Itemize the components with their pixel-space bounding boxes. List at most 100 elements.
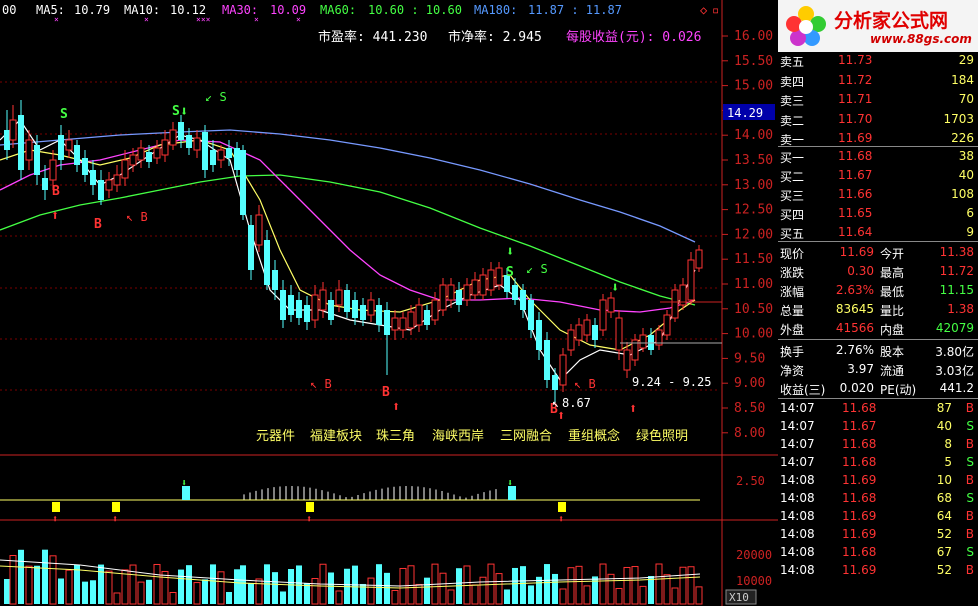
tick-row[interactable]: 14:08 11.68 68 S: [778, 490, 978, 508]
volume-bar-down: [42, 549, 48, 604]
tick-row[interactable]: 14:07 11.68 5 S: [778, 454, 978, 472]
price-axis-label: 15.50: [734, 54, 773, 69]
order-label: 买一: [780, 151, 805, 165]
quote-value: 0.30: [847, 264, 874, 278]
tick-row[interactable]: 14:07 11.68 8 B: [778, 436, 978, 454]
tick-volume: 40: [936, 419, 952, 433]
volume-bar-up: [495, 573, 503, 605]
quote-label: 涨幅: [780, 285, 805, 299]
indicator-up-arrow: ⬆: [306, 514, 312, 525]
candle-body-down: [528, 300, 534, 330]
volume-bar-down: [186, 565, 192, 604]
fund-value: 3.80亿: [935, 345, 974, 359]
tick-time: 14:08: [780, 491, 815, 505]
quote-row[interactable]: 涨跌 0.30 最高 11.72: [778, 263, 978, 281]
tick-side: B: [965, 527, 974, 541]
order-price: 11.66: [838, 187, 873, 201]
tick-row[interactable]: 14:08 11.69 52 B: [778, 562, 978, 580]
order-volume: 226: [951, 131, 974, 145]
volume-bar-up: [439, 572, 447, 605]
arrow-b-2: ↖ B: [310, 377, 332, 391]
tick-row[interactable]: 14:08 11.68 67 S: [778, 544, 978, 562]
quote-label: 外盘: [780, 323, 805, 337]
concept-tag[interactable]: 海峡西岸: [432, 429, 484, 444]
candle-body-up: [367, 299, 375, 316]
tick-row[interactable]: 14:08 11.69 10 B: [778, 472, 978, 490]
buy-order-row[interactable]: 买五 11.64 9: [778, 224, 978, 242]
fundamentals-row[interactable]: 净资 3.97 流通 3.03亿: [778, 361, 978, 379]
tick-side: B: [965, 563, 974, 577]
buy-order-row[interactable]: 买一 11.68 38: [778, 148, 978, 166]
tick-row[interactable]: 14:07 11.67 40 S: [778, 418, 978, 436]
buy-order-row[interactable]: 买四 11.65 6: [778, 205, 978, 223]
tick-price: 11.69: [842, 527, 877, 541]
concept-tag[interactable]: 元器件: [256, 429, 295, 444]
tick-volume: 8: [944, 437, 952, 451]
fundamentals-divider: [778, 339, 978, 340]
sell-order-row[interactable]: 卖四 11.72 184: [778, 72, 978, 90]
volume-bar-down: [328, 572, 334, 604]
volume-bar-up: [105, 570, 113, 605]
order-price: 11.73: [838, 53, 873, 67]
tick-side: B: [965, 437, 974, 451]
order-volume: 1703: [943, 111, 974, 126]
tick-price: 11.68: [842, 491, 877, 505]
volume-bar-up: [679, 566, 687, 605]
concept-tag[interactable]: 珠三角: [376, 429, 415, 444]
volume-bar-down: [226, 591, 232, 604]
fund-value: 3.03亿: [935, 364, 974, 378]
quote-row[interactable]: 总量 83645 量比 1.38: [778, 301, 978, 319]
candle-body-up: [671, 289, 679, 319]
order-price: 11.70: [838, 111, 873, 126]
order-volume: 29: [958, 53, 974, 67]
candle-body-down: [456, 290, 462, 305]
volume-bar-up: [161, 570, 169, 605]
volume-bar-down: [376, 564, 382, 604]
diamond-icon: ◇: [700, 3, 708, 17]
tick-row[interactable]: 14:08 11.69 52 B: [778, 526, 978, 544]
quote-row[interactable]: 现价 11.69 今开 11.38: [778, 244, 978, 262]
tick-row[interactable]: 14:08 11.69 64 B: [778, 508, 978, 526]
concept-tag[interactable]: 绿色照明: [636, 428, 688, 444]
volume-bar-down: [74, 564, 80, 604]
volume-bar-down: [234, 569, 240, 604]
tick-time: 14:08: [780, 473, 815, 487]
price-axis: 16.0015.5015.0014.5014.0013.5013.0012.50…: [722, 29, 773, 441]
candle-body-down: [202, 132, 208, 170]
volume-bar-up: [447, 589, 455, 605]
volume-bar-up: [471, 584, 479, 605]
ma5-label: MA5:: [36, 3, 65, 17]
price-axis-label: 13.00: [734, 178, 773, 193]
concept-tag[interactable]: 重组概念: [568, 428, 620, 444]
tick-row[interactable]: 14:07 11.68 87 B: [778, 400, 978, 418]
fundamentals-row[interactable]: 收益(三) 0.020 PE(动) 441.2: [778, 380, 978, 398]
concept-tag[interactable]: 三网融合: [500, 429, 552, 444]
sell-order-row[interactable]: 卖五 11.73 29: [778, 52, 978, 70]
tick-time: 14:08: [780, 527, 815, 541]
legend-dots-3: ×××: [196, 15, 211, 24]
tick-price: 11.69: [842, 473, 877, 487]
candle-body-down: [384, 310, 390, 335]
price-axis-label: 10.00: [734, 327, 773, 342]
volume-bar-up: [391, 589, 399, 605]
concept-tag[interactable]: 福建板块: [310, 429, 362, 444]
candle-body-up: [319, 289, 327, 311]
quote-row[interactable]: 涨幅 2.63% 最低 11.15: [778, 282, 978, 300]
candle-body-up: [105, 179, 113, 191]
legend-dot-4: ×: [254, 15, 259, 24]
buy-order-row[interactable]: 买二 11.67 40: [778, 167, 978, 185]
buy-order-row[interactable]: 买三 11.66 108: [778, 186, 978, 204]
red-arrow-4: ⬆: [629, 401, 637, 417]
sell-order-row[interactable]: 卖二 11.70 1703: [778, 111, 978, 129]
volume-bar-up: [639, 585, 647, 605]
tick-price: 11.68: [842, 455, 877, 469]
fundamentals-row[interactable]: 换手 2.76% 股本 3.80亿: [778, 342, 978, 360]
site-logo[interactable]: 分析家公式网 www.88gs.com: [778, 0, 978, 52]
quote-row[interactable]: 外盘 41566 内盘 42079: [778, 320, 978, 338]
flower-logo-icon: [786, 6, 826, 46]
fund-value: 441.2: [939, 381, 974, 395]
order-label: 卖二: [780, 113, 805, 128]
quote-value: 2.63%: [835, 283, 874, 297]
sell-order-row[interactable]: 卖三 11.71 70: [778, 91, 978, 109]
eps: 每股收益(元): 0.026: [566, 29, 701, 45]
